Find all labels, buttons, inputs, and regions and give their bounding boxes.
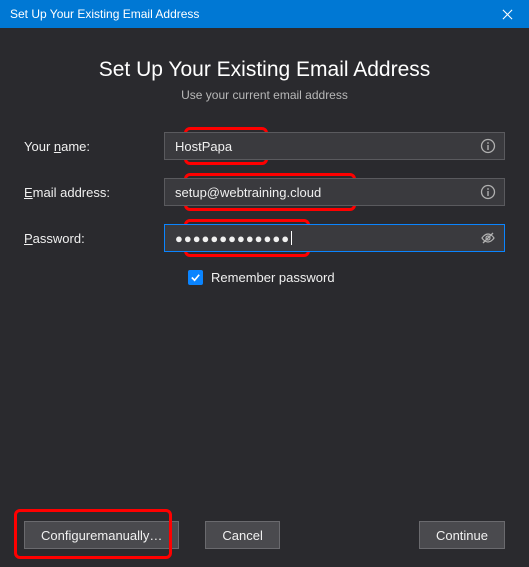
remember-label: Remember password bbox=[211, 270, 335, 285]
password-input[interactable]: ●●●●●●●●●●●●● bbox=[164, 224, 505, 252]
email-label: Email address: bbox=[24, 185, 164, 200]
password-row: Password: ●●●●●●●●●●●●● bbox=[24, 224, 505, 252]
remember-row: Remember password bbox=[188, 270, 505, 285]
eye-off-icon[interactable] bbox=[479, 229, 497, 247]
cancel-button[interactable]: Cancel bbox=[205, 521, 279, 549]
titlebar: Set Up Your Existing Email Address bbox=[0, 0, 529, 28]
header: Set Up Your Existing Email Address Use y… bbox=[0, 58, 529, 102]
configure-manually-button[interactable]: Configure manually… bbox=[24, 521, 179, 549]
email-input[interactable] bbox=[164, 178, 505, 206]
page-title: Set Up Your Existing Email Address bbox=[0, 58, 529, 82]
email-row: Email address: bbox=[24, 178, 505, 206]
form: Your name: Email address: Password: ●●●●… bbox=[0, 102, 529, 285]
window-title: Set Up Your Existing Email Address bbox=[10, 7, 199, 21]
close-button[interactable] bbox=[493, 0, 521, 28]
close-icon bbox=[502, 9, 513, 20]
name-label: Your name: bbox=[24, 139, 164, 154]
page-subtitle: Use your current email address bbox=[0, 88, 529, 102]
check-icon bbox=[190, 272, 201, 283]
name-input[interactable] bbox=[164, 132, 505, 160]
remember-checkbox[interactable] bbox=[188, 270, 203, 285]
password-label: Password: bbox=[24, 231, 164, 246]
footer: Configure manually… Cancel Continue bbox=[0, 521, 529, 549]
info-icon[interactable] bbox=[479, 137, 497, 155]
info-icon[interactable] bbox=[479, 183, 497, 201]
continue-button[interactable]: Continue bbox=[419, 521, 505, 549]
name-row: Your name: bbox=[24, 132, 505, 160]
